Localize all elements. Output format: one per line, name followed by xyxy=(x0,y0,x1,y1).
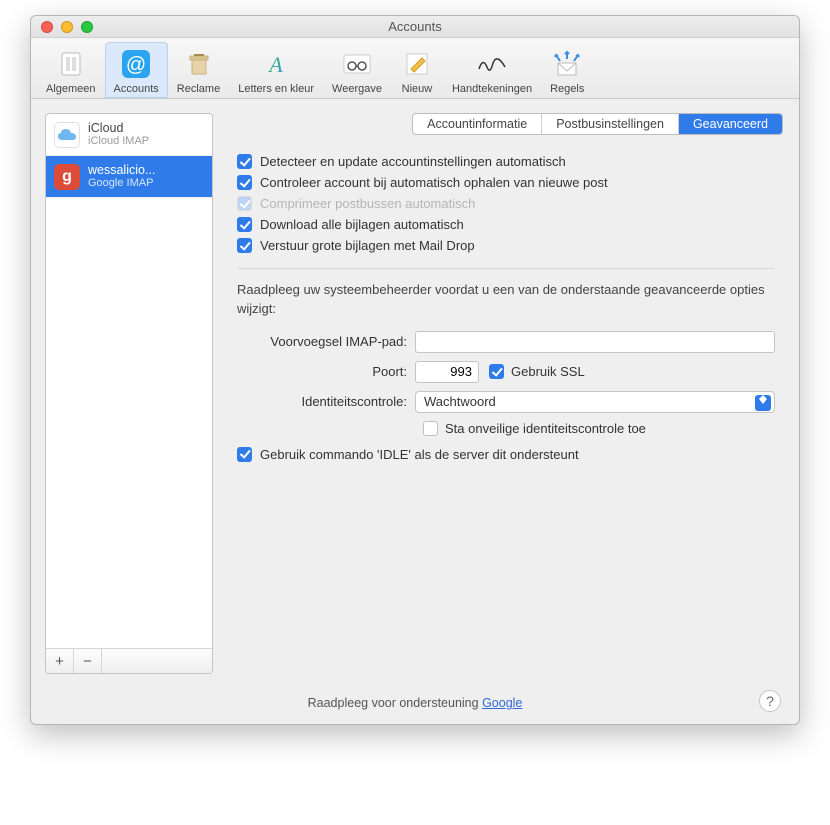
google-icon: g xyxy=(54,164,80,190)
checkbox-label: Comprimeer postbussen automatisch xyxy=(260,196,475,211)
toolbar-item-accounts[interactable]: @ Accounts xyxy=(105,42,168,98)
row-insecure: Sta onveilige identiteitscontrole toe xyxy=(423,421,775,436)
window-title: Accounts xyxy=(31,19,799,34)
titlebar: Accounts xyxy=(31,16,799,38)
footer: Raadpleeg voor ondersteuning Google ? xyxy=(31,688,799,724)
checkbox-label: Download alle bijlagen automatisch xyxy=(260,217,464,232)
tab-group: Accountinformatie Postbusinstellingen Ge… xyxy=(412,113,783,135)
label-idle: Gebruik commando 'IDLE' als de server di… xyxy=(260,447,579,462)
svg-text:A: A xyxy=(267,52,283,77)
fonts-icon: A xyxy=(259,47,293,81)
toolbar-item-fonts[interactable]: A Letters en kleur xyxy=(229,42,323,98)
at-icon: @ xyxy=(119,47,153,81)
checkbox-ssl[interactable] xyxy=(489,364,504,379)
toolbar-item-junk[interactable]: Reclame xyxy=(168,42,229,98)
check-row-maildrop: Verstuur grote bijlagen met Mail Drop xyxy=(237,235,775,256)
tab-bar: Accountinformatie Postbusinstellingen Ge… xyxy=(227,113,785,145)
glasses-icon xyxy=(340,47,374,81)
check-row-compress: Comprimeer postbussen automatisch xyxy=(237,193,775,214)
sidebar-footer-spacer xyxy=(102,649,212,673)
toolbar-item-rules[interactable]: Regels xyxy=(541,42,593,98)
advanced-panel: Detecteer en update accountinstellingen … xyxy=(227,145,785,674)
content-area: iCloud iCloud IMAP g wessalicio... Googl… xyxy=(31,99,799,688)
checkbox-label: Verstuur grote bijlagen met Mail Drop xyxy=(260,238,475,253)
row-idle: Gebruik commando 'IDLE' als de server di… xyxy=(237,444,775,465)
checkbox-idle[interactable] xyxy=(237,447,252,462)
check-row-download: Download alle bijlagen automatisch xyxy=(237,214,775,235)
account-name: wessalicio... xyxy=(88,163,155,177)
separator xyxy=(237,268,775,269)
svg-text:@: @ xyxy=(126,54,146,76)
compose-icon xyxy=(400,47,434,81)
label-insecure: Sta onveilige identiteitscontrole toe xyxy=(445,421,646,436)
footer-text: Raadpleeg voor ondersteuning xyxy=(308,696,482,710)
main-panel: Accountinformatie Postbusinstellingen Ge… xyxy=(227,113,785,674)
row-port: Poort: Gebruik SSL xyxy=(237,361,775,383)
check-row-control: Controleer account bij automatisch ophal… xyxy=(237,172,775,193)
input-port[interactable] xyxy=(415,361,479,383)
account-sub: iCloud IMAP xyxy=(88,135,149,148)
toolbar: Algemeen @ Accounts Reclame A Letters en… xyxy=(31,38,799,99)
add-account-button[interactable]: + xyxy=(46,649,74,673)
toolbar-label: Accounts xyxy=(114,83,159,95)
toolbar-item-compose[interactable]: Nieuw xyxy=(391,42,443,98)
checkbox-maildrop[interactable] xyxy=(237,238,252,253)
select-auth[interactable]: Wachtwoord xyxy=(415,391,775,413)
help-button[interactable]: ? xyxy=(759,690,781,712)
account-sub: Google IMAP xyxy=(88,177,155,190)
checkbox-control[interactable] xyxy=(237,175,252,190)
toolbar-label: Handtekeningen xyxy=(452,83,532,95)
icloud-icon xyxy=(54,122,80,148)
toolbar-label: Regels xyxy=(550,83,584,95)
checkbox-insecure[interactable] xyxy=(423,421,438,436)
label-auth: Identiteitscontrole: xyxy=(237,394,415,409)
toolbar-label: Weergave xyxy=(332,83,382,95)
toolbar-label: Letters en kleur xyxy=(238,83,314,95)
tab-advanced[interactable]: Geavanceerd xyxy=(679,114,782,134)
toolbar-label: Algemeen xyxy=(46,83,96,95)
label-ssl: Gebruik SSL xyxy=(511,364,585,379)
label-imap-prefix: Voorvoegsel IMAP-pad: xyxy=(237,334,415,349)
accounts-list: iCloud iCloud IMAP g wessalicio... Googl… xyxy=(46,114,212,648)
advanced-note: Raadpleeg uw systeembeheerder voordat u … xyxy=(237,281,775,319)
select-value: Wachtwoord xyxy=(424,394,496,409)
account-item-icloud[interactable]: iCloud iCloud IMAP xyxy=(46,114,212,156)
account-name: iCloud xyxy=(88,121,149,135)
toolbar-label: Reclame xyxy=(177,83,220,95)
checkbox-label: Controleer account bij automatisch ophal… xyxy=(260,175,608,190)
checkbox-label: Detecteer en update accountinstellingen … xyxy=(260,154,566,169)
preferences-window: Accounts Algemeen @ Accounts Reclame A L… xyxy=(30,15,800,725)
row-imap-prefix: Voorvoegsel IMAP-pad: xyxy=(237,331,775,353)
signature-icon xyxy=(475,47,509,81)
tab-mailbox-behaviors[interactable]: Postbusinstellingen xyxy=(542,114,679,134)
toolbar-label: Nieuw xyxy=(402,83,433,95)
input-imap-prefix[interactable] xyxy=(415,331,775,353)
checkbox-download[interactable] xyxy=(237,217,252,232)
account-item-google[interactable]: g wessalicio... Google IMAP xyxy=(46,156,212,198)
row-auth: Identiteitscontrole: Wachtwoord xyxy=(237,391,775,413)
checkbox-compress xyxy=(237,196,252,211)
trash-icon xyxy=(182,47,216,81)
toolbar-item-signatures[interactable]: Handtekeningen xyxy=(443,42,541,98)
tab-account-info[interactable]: Accountinformatie xyxy=(413,114,542,134)
footer-link[interactable]: Google xyxy=(482,696,522,710)
account-text: wessalicio... Google IMAP xyxy=(88,163,155,190)
checkbox-detect[interactable] xyxy=(237,154,252,169)
toolbar-item-viewing[interactable]: Weergave xyxy=(323,42,391,98)
slider-icon xyxy=(54,47,88,81)
account-text: iCloud iCloud IMAP xyxy=(88,121,149,148)
label-port: Poort: xyxy=(237,364,415,379)
toolbar-item-general[interactable]: Algemeen xyxy=(37,42,105,98)
rules-icon xyxy=(550,47,584,81)
sidebar-footer: + − xyxy=(46,648,212,673)
remove-account-button[interactable]: − xyxy=(74,649,102,673)
accounts-sidebar: iCloud iCloud IMAP g wessalicio... Googl… xyxy=(45,113,213,674)
check-row-detect: Detecteer en update accountinstellingen … xyxy=(237,151,775,172)
